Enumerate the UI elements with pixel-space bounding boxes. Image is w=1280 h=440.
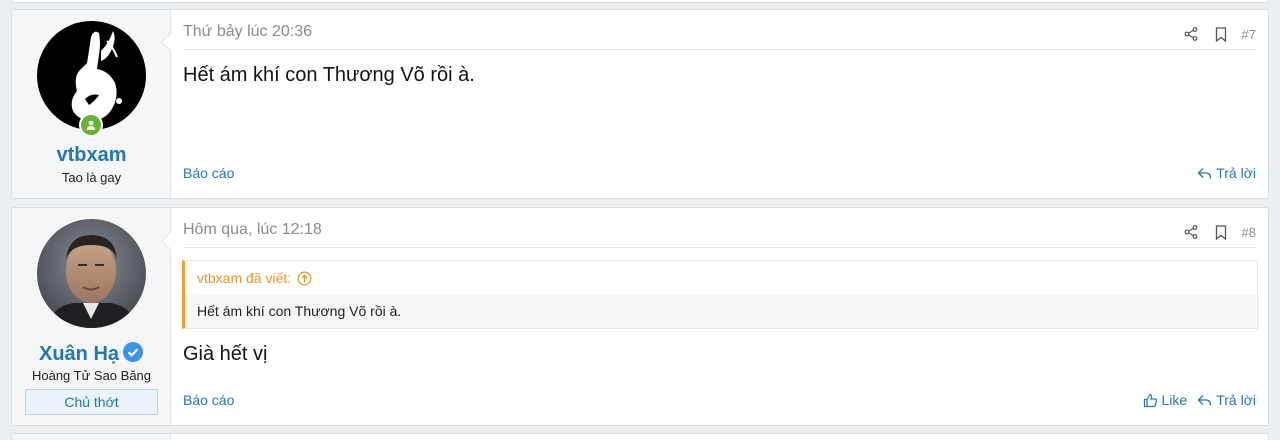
- previous-post-edge: [11, 0, 1269, 3]
- quote-author[interactable]: vtbxam đã viết:: [197, 270, 291, 286]
- next-post-edge: [11, 433, 1269, 440]
- online-status-badge: [79, 113, 103, 137]
- post-top-actions: #7: [1176, 24, 1256, 44]
- share-icon[interactable]: [1176, 222, 1206, 242]
- like-button[interactable]: Like: [1143, 392, 1188, 408]
- thumbs-up-icon: [1143, 393, 1157, 407]
- post-message: Già hết vị: [183, 343, 268, 365]
- arrow-up-circle-icon[interactable]: [297, 271, 312, 286]
- share-icon[interactable]: [1176, 24, 1206, 44]
- verified-check-icon: [123, 342, 144, 362]
- quote-block: vtbxam đã viết: Hết ám khí con Thương Võ…: [182, 260, 1258, 329]
- reply-icon: [1197, 394, 1212, 406]
- username-row: Xuân Hạ: [12, 341, 171, 366]
- quote-text: Hết ám khí con Thương Võ rồi à.: [197, 303, 402, 319]
- user-title: Tao là gay: [61, 170, 122, 185]
- username[interactable]: vtbxam: [12, 144, 171, 167]
- report-link[interactable]: Báo cáo: [183, 392, 234, 408]
- post-message: Hết ám khí con Thương Võ rồi à.: [183, 64, 475, 86]
- post-user-column: vtbxam Tao là gay: [12, 10, 171, 198]
- reply-button[interactable]: Trả lời: [1197, 392, 1256, 408]
- reply-icon: [1197, 167, 1212, 179]
- username[interactable]: Xuân Hạ: [39, 343, 119, 365]
- user-online-icon: [81, 115, 101, 135]
- post-user-column: Xuân Hạ Hoàng Tử Sao Băng Chủ thớt: [12, 208, 171, 425]
- avatar[interactable]: [37, 219, 146, 328]
- user-title: Hoàng Tử Sao Băng: [31, 368, 152, 383]
- post-header-divider: [183, 247, 1257, 248]
- role-banner: Chủ thớt: [25, 389, 158, 415]
- reply-button[interactable]: Trả lời: [1197, 165, 1256, 181]
- post-top-actions: #8: [1176, 222, 1256, 242]
- post-number[interactable]: #7: [1242, 27, 1256, 42]
- report-link[interactable]: Báo cáo: [183, 165, 234, 181]
- post-8: Xuân Hạ Hoàng Tử Sao Băng Chủ thớt Hôm q…: [11, 207, 1269, 426]
- post-7: vtbxam Tao là gay Thứ bảy lúc 20:36 #7 H…: [11, 9, 1269, 199]
- post-number[interactable]: #8: [1242, 225, 1256, 240]
- post-bottom-actions: Trả lời: [1197, 165, 1256, 181]
- post-time[interactable]: Thứ bảy lúc 20:36: [183, 23, 312, 41]
- post-header-divider: [183, 49, 1257, 50]
- post-bottom-actions: Like Trả lời: [1143, 392, 1256, 408]
- like-label: Like: [1161, 392, 1188, 408]
- post-user-column: [12, 434, 171, 440]
- post-time[interactable]: Hôm qua, lúc 12:18: [183, 221, 322, 239]
- reply-label: Trả lời: [1216, 392, 1256, 408]
- bookmark-icon[interactable]: [1206, 24, 1236, 44]
- bookmark-icon[interactable]: [1206, 222, 1236, 242]
- reply-label: Trả lời: [1216, 165, 1256, 181]
- quote-header[interactable]: vtbxam đã viết:: [185, 261, 1257, 295]
